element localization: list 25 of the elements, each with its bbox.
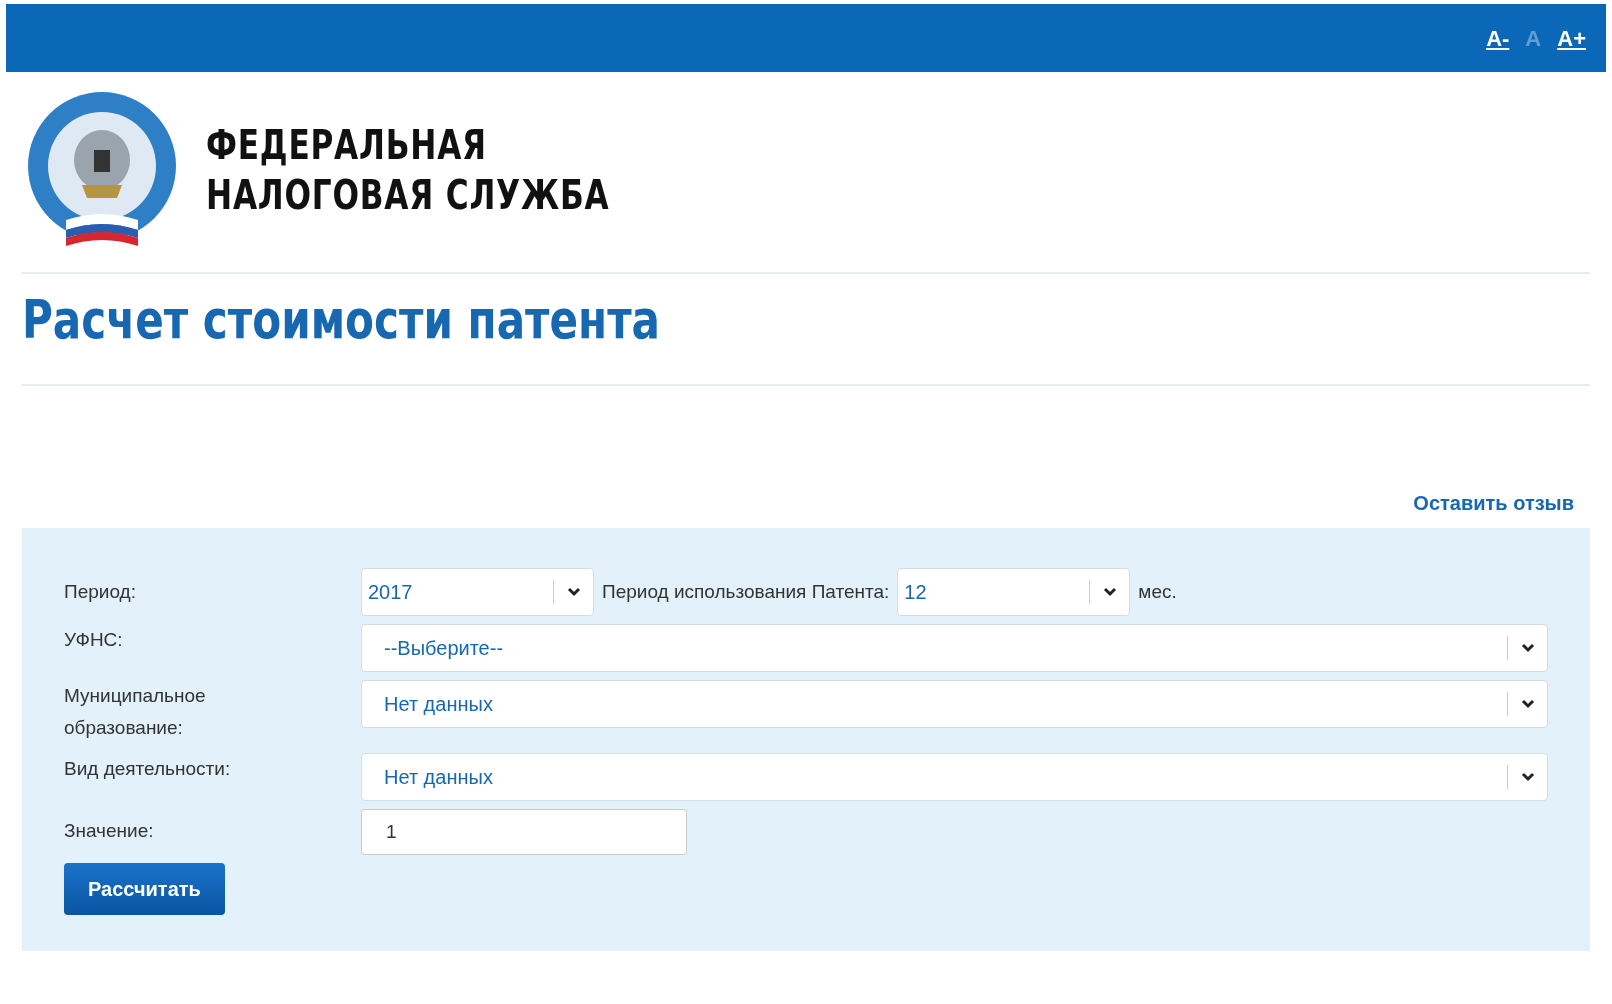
field-label: Период: [64, 579, 137, 604]
header-title: НАЛОГОВАЯ СЛУЖБА [206, 171, 610, 220]
dropdown[interactable]: 2017 [361, 568, 594, 616]
header-title: ФЕДЕРАЛЬНАЯ [206, 121, 488, 170]
dropdown[interactable]: --Выберите-- [361, 624, 1548, 672]
font-size-link[interactable]: A+ [1553, 21, 1590, 55]
chevron-down-icon [1520, 643, 1535, 653]
chevron-down-icon [1520, 699, 1535, 709]
font-size-link[interactable]: A- [1482, 21, 1514, 55]
dropdown[interactable]: Нет данных [361, 752, 1548, 801]
field-label: Значение: [64, 819, 155, 844]
field-label: Муниципальное образование: [64, 684, 207, 741]
page-title: Расчет стоимости патента [22, 288, 660, 353]
field-label: Вид деятельности: [64, 756, 232, 781]
dropdown[interactable]: Нет данных [361, 680, 1548, 728]
unit-label: мес. [1138, 579, 1177, 604]
value-input[interactable]: 1 [361, 808, 687, 855]
calculate-button[interactable]: Рассчитать [64, 862, 225, 915]
field-label: УФНС: [64, 628, 124, 652]
dropdown[interactable]: 12 [897, 568, 1131, 616]
chevron-down-icon [566, 587, 581, 597]
chevron-down-icon [1102, 587, 1117, 597]
feedback-link[interactable]: Оставить отзыв [1413, 488, 1574, 518]
field-label: Период использования Патента: [602, 579, 890, 604]
chevron-down-icon [1520, 771, 1535, 782]
